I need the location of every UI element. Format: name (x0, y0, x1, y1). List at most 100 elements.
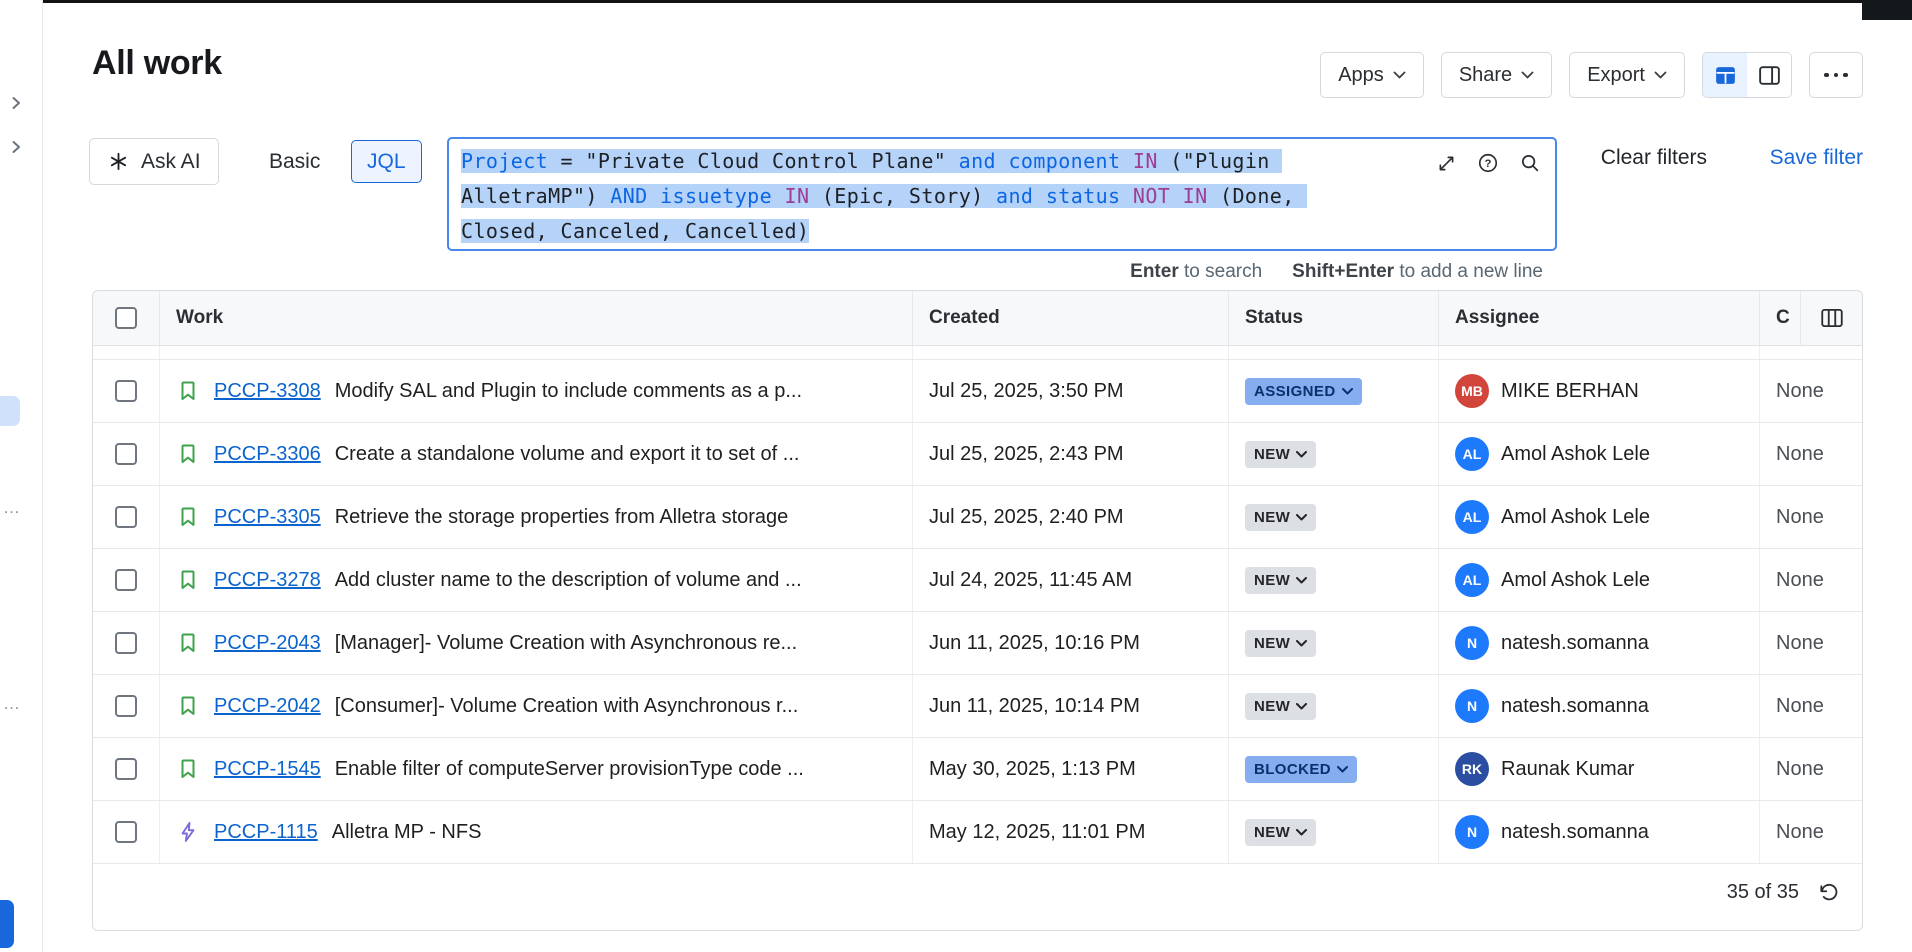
row-checkbox[interactable] (115, 821, 137, 843)
assignee-cell: ALAmol Ashok Lele (1439, 486, 1760, 548)
search-icon (1519, 152, 1541, 174)
status-dropdown[interactable]: NEW (1245, 504, 1316, 531)
chevron-down-icon (1296, 577, 1307, 584)
save-filter-button[interactable]: Save filter (1770, 146, 1863, 170)
issue-key-link[interactable]: PCCP-2042 (214, 695, 321, 718)
jql-search-input[interactable]: Project = "Private Cloud Control Plane" … (447, 137, 1557, 251)
issue-summary[interactable]: Retrieve the storage properties from All… (335, 506, 789, 529)
assignee-cell: Nnatesh.somanna (1439, 675, 1760, 737)
column-header-truncated[interactable]: C (1760, 291, 1801, 345)
work-cell: PCCP-1115 Alletra MP - NFS (160, 801, 913, 863)
share-button[interactable]: Share (1441, 52, 1552, 98)
table-row: PCCP-1115Alletra MP - NFSMay 12, 2025, 1… (93, 801, 1862, 864)
created-cell: Jul 24, 2025, 11:45 AM (913, 549, 1229, 611)
row-checkbox[interactable] (115, 569, 137, 591)
column-settings-button[interactable] (1819, 305, 1845, 331)
status-dropdown[interactable]: NEW (1245, 441, 1316, 468)
issue-summary[interactable]: [Consumer]- Volume Creation with Asynchr… (335, 695, 799, 718)
avatar: MB (1455, 374, 1489, 408)
column-header-assignee[interactable]: Assignee (1439, 291, 1760, 345)
status-dropdown[interactable]: NEW (1245, 693, 1316, 720)
refresh-button[interactable] (1817, 881, 1840, 904)
select-all-checkbox[interactable] (115, 307, 137, 329)
row-checkbox[interactable] (115, 695, 137, 717)
issue-key-link[interactable]: PCCP-3308 (214, 380, 321, 403)
apps-button[interactable]: Apps (1320, 52, 1424, 98)
story-icon (176, 757, 200, 781)
avatar: AL (1455, 437, 1489, 471)
assignee-cell: ALAmol Ashok Lele (1439, 423, 1760, 485)
status-dropdown[interactable]: NEW (1245, 630, 1316, 657)
created-cell: Jun 11, 2025, 10:14 PM (913, 675, 1229, 737)
story-icon (176, 505, 200, 529)
list-view-button[interactable] (1703, 53, 1747, 97)
row-checkbox[interactable] (115, 632, 137, 654)
issue-key-link[interactable]: PCCP-3278 (214, 569, 321, 592)
expand-editor-button[interactable] (1436, 153, 1457, 174)
issue-summary[interactable]: [Manager]- Volume Creation with Asynchro… (335, 632, 797, 655)
export-button[interactable]: Export (1569, 52, 1685, 98)
more-actions-button[interactable] (1809, 52, 1863, 98)
main-content: All work Apps Share Export (43, 0, 1912, 952)
status-dropdown[interactable]: ASSIGNED (1245, 378, 1362, 405)
jql-mode-tab[interactable]: JQL (351, 140, 422, 183)
assignee-cell: ALAmol Ashok Lele (1439, 549, 1760, 611)
assignee-cell: RKRaunak Kumar (1439, 738, 1760, 800)
svg-text:?: ? (1485, 158, 1492, 170)
table-footer: 35 of 35 (93, 864, 1862, 920)
row-checkbox[interactable] (115, 758, 137, 780)
row-checkbox[interactable] (115, 380, 137, 402)
sidebar-bottom-accent (0, 900, 14, 948)
status-dropdown[interactable]: NEW (1245, 819, 1316, 846)
story-icon (176, 379, 200, 403)
category-cell: None (1760, 486, 1862, 548)
row-checkbox[interactable] (115, 506, 137, 528)
jql-query-text[interactable]: Project = "Private Cloud Control Plane" … (461, 144, 1435, 249)
issue-summary[interactable]: Alletra MP - NFS (332, 821, 482, 844)
issue-summary[interactable]: Create a standalone volume and export it… (335, 443, 800, 466)
column-header-created[interactable]: Created (913, 291, 1229, 345)
ask-ai-label: Ask AI (141, 150, 201, 174)
status-cell: BLOCKED (1229, 738, 1439, 800)
ai-sparkle-icon (107, 150, 130, 173)
work-cell: PCCP-1545 Enable filter of computeServer … (160, 738, 913, 800)
chevron-down-icon (1296, 829, 1307, 836)
detail-view-button[interactable] (1747, 53, 1791, 97)
column-header-work[interactable]: Work (160, 291, 913, 345)
issue-summary[interactable]: Modify SAL and Plugin to include comment… (335, 380, 802, 403)
sidebar-expand-icon-2[interactable] (11, 140, 21, 157)
table-row: PCCP-2043 [Manager]- Volume Creation with… (93, 612, 1862, 675)
assignee-name: Amol Ashok Lele (1501, 569, 1650, 592)
clear-filters-button[interactable]: Clear filters (1601, 146, 1707, 170)
chevron-down-icon (1521, 71, 1534, 79)
issue-key-link[interactable]: PCCP-3306 (214, 443, 321, 466)
category-cell: None (1760, 549, 1862, 611)
sidebar-expand-icon[interactable] (11, 96, 21, 113)
ellipsis-icon (1824, 73, 1829, 78)
category-cell: None (1760, 360, 1862, 422)
issue-key-link[interactable]: PCCP-1545 (214, 758, 321, 781)
assignee-name: natesh.somanna (1501, 632, 1649, 655)
ask-ai-button[interactable]: Ask AI (89, 138, 219, 185)
row-select-cell (93, 801, 160, 863)
issue-key-link[interactable]: PCCP-1115 (214, 821, 318, 844)
status-dropdown[interactable]: BLOCKED (1245, 756, 1357, 783)
column-header-status[interactable]: Status (1229, 291, 1439, 345)
row-select-cell (93, 486, 160, 548)
assignee-cell: MBMIKE BERHAN (1439, 360, 1760, 422)
category-cell: None (1760, 801, 1862, 863)
column-settings-cell (1801, 291, 1862, 345)
basic-mode-tab[interactable]: Basic (255, 138, 334, 185)
search-button[interactable] (1519, 152, 1541, 174)
issue-summary[interactable]: Enable filter of computeServer provision… (335, 758, 804, 781)
issue-key-link[interactable]: PCCP-3305 (214, 506, 321, 529)
row-checkbox[interactable] (115, 443, 137, 465)
hint-enter-key: Enter (1130, 261, 1179, 282)
issue-summary[interactable]: Add cluster name to the description of v… (335, 569, 802, 592)
avatar: N (1455, 689, 1489, 723)
issue-key-link[interactable]: PCCP-2043 (214, 632, 321, 655)
syntax-help-button[interactable]: ? (1477, 152, 1499, 174)
chevron-down-icon (1654, 71, 1667, 79)
status-dropdown[interactable]: NEW (1245, 567, 1316, 594)
created-cell: Jul 25, 2025, 2:43 PM (913, 423, 1229, 485)
